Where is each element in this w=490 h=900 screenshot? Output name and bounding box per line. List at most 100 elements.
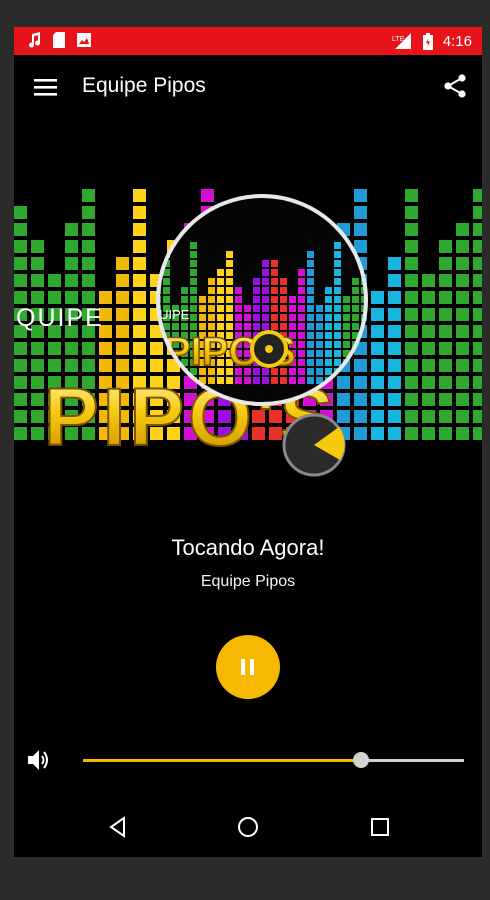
equalizer-block xyxy=(473,291,482,304)
equalizer-block xyxy=(456,223,469,236)
equalizer-block xyxy=(116,359,129,372)
equalizer-block xyxy=(133,189,146,202)
equalizer-block xyxy=(244,323,251,330)
equalizer-block xyxy=(82,206,95,219)
equalizer-block xyxy=(422,376,435,389)
equalizer-block xyxy=(133,325,146,338)
equalizer-block xyxy=(388,291,401,304)
equalizer-block xyxy=(456,342,469,355)
equalizer-block xyxy=(48,342,61,355)
equalizer-block xyxy=(473,325,482,338)
equalizer-block xyxy=(422,359,435,372)
hamburger-menu-icon[interactable] xyxy=(34,77,58,97)
equalizer-block xyxy=(14,342,27,355)
equalizer-block xyxy=(307,305,314,312)
equalizer-block xyxy=(99,291,112,304)
station-name: Equipe Pipos xyxy=(200,573,296,590)
equalizer-block xyxy=(235,305,242,312)
equalizer-block xyxy=(439,393,452,406)
equalizer-block xyxy=(280,287,287,294)
equalizer-block xyxy=(235,296,242,303)
home-icon[interactable] xyxy=(236,815,260,839)
volume-slider[interactable] xyxy=(83,752,464,768)
equalizer-block xyxy=(439,410,452,423)
equalizer-block xyxy=(473,359,482,372)
equalizer-block xyxy=(65,240,78,253)
pause-icon xyxy=(241,659,255,675)
equalizer-block xyxy=(439,308,452,321)
equalizer-block xyxy=(181,287,188,294)
equalizer-block xyxy=(422,325,435,338)
volume-icon[interactable] xyxy=(26,748,52,772)
equalizer-block xyxy=(456,240,469,253)
equalizer-block xyxy=(14,427,27,440)
equalizer-block xyxy=(316,305,323,312)
equalizer-block xyxy=(298,359,305,366)
equalizer-block xyxy=(133,206,146,219)
equalizer-block xyxy=(226,287,233,294)
equalizer-block xyxy=(307,332,314,339)
equalizer-block xyxy=(133,274,146,287)
equalizer-block xyxy=(456,376,469,389)
equalizer-block xyxy=(226,269,233,276)
equalizer-block xyxy=(31,410,44,423)
equalizer-block xyxy=(262,296,269,303)
equalizer-block xyxy=(388,308,401,321)
equalizer-block xyxy=(354,427,367,440)
equalizer-block xyxy=(262,287,269,294)
equalizer-block xyxy=(337,393,350,406)
equalizer-block xyxy=(354,393,367,406)
equalizer-block xyxy=(316,314,323,321)
equalizer-block xyxy=(217,323,224,330)
equalizer-block xyxy=(473,274,482,287)
equalizer-block xyxy=(334,314,341,321)
equalizer-block xyxy=(405,359,418,372)
equalizer-block xyxy=(473,223,482,236)
equalizer-block xyxy=(253,314,260,321)
equalizer-block xyxy=(456,359,469,372)
equalizer-block xyxy=(271,323,278,330)
share-icon[interactable] xyxy=(442,73,468,99)
equalizer-block xyxy=(439,376,452,389)
equalizer-block xyxy=(298,332,305,339)
equalizer-block xyxy=(325,314,332,321)
equalizer-block xyxy=(271,287,278,294)
equalizer-block xyxy=(325,296,332,303)
equalizer-block xyxy=(31,342,44,355)
equalizer-block xyxy=(473,257,482,270)
equalizer-block xyxy=(298,314,305,321)
volume-slider-thumb[interactable] xyxy=(353,752,370,768)
equalizer-block xyxy=(325,287,332,294)
equalizer-block xyxy=(439,291,452,304)
equalizer-block xyxy=(456,291,469,304)
recents-icon[interactable] xyxy=(368,815,392,839)
equalizer-block xyxy=(473,206,482,219)
equalizer-block xyxy=(14,240,27,253)
equalizer-block xyxy=(439,427,452,440)
equalizer-block xyxy=(405,325,418,338)
equalizer-block xyxy=(14,291,27,304)
equalizer-block xyxy=(422,410,435,423)
equalizer-block xyxy=(82,291,95,304)
equalizer-block xyxy=(316,323,323,330)
logo-text-equipe: QUIPE xyxy=(16,304,104,332)
equalizer-block xyxy=(226,305,233,312)
equalizer-block xyxy=(289,377,296,384)
equalizer-block xyxy=(163,278,170,285)
equalizer-block xyxy=(473,393,482,406)
equalizer-block xyxy=(388,393,401,406)
equalizer-block xyxy=(405,342,418,355)
equalizer-block xyxy=(354,359,367,372)
play-pause-button[interactable] xyxy=(216,635,280,699)
equalizer-block xyxy=(271,260,278,267)
back-icon[interactable] xyxy=(106,815,130,839)
equalizer-block xyxy=(116,257,129,270)
equalizer-block xyxy=(334,305,341,312)
equalizer-block xyxy=(14,257,27,270)
equalizer-block xyxy=(289,314,296,321)
equalizer-block xyxy=(473,189,482,202)
status-time: 4:16 xyxy=(442,32,472,50)
equalizer-block xyxy=(307,260,314,267)
equalizer-block xyxy=(456,325,469,338)
equalizer-block xyxy=(31,240,44,253)
